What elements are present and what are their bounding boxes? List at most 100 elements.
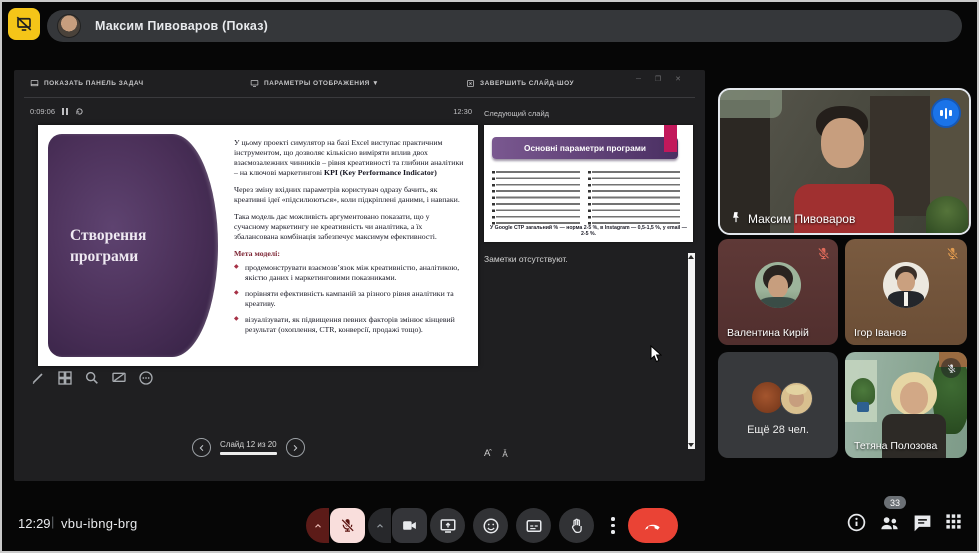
mouse-cursor: [650, 345, 662, 363]
meeting-time: 12:29: [18, 516, 51, 531]
present-icon: [439, 517, 457, 535]
participant-name: Тетяна Полозова: [854, 440, 937, 452]
plant: [851, 378, 875, 405]
next-slide-label: Следующий слайд: [484, 109, 549, 118]
annotation-toolbar: [30, 370, 154, 386]
participant-count-badge: 33: [884, 496, 906, 509]
current-slide: Створення програми У цьому проекті симул…: [38, 125, 478, 366]
camera-icon: [401, 517, 418, 534]
slide-goal-heading: Мета моделі:: [234, 249, 466, 259]
camera-options-button[interactable]: [368, 508, 391, 543]
activities-button[interactable]: [944, 512, 963, 531]
avatar: [780, 382, 813, 415]
mic-options-button[interactable]: [306, 508, 329, 543]
video-tile-maksym[interactable]: Максим Пивоваров: [718, 88, 971, 235]
participants-button[interactable]: [878, 512, 901, 535]
avatar: [883, 262, 929, 308]
accent-tab: [664, 125, 677, 152]
restart-timer-icon[interactable]: [75, 107, 84, 116]
presenting-indicator[interactable]: [8, 8, 40, 40]
bullet-markers: [492, 171, 495, 227]
speaker-notes: Заметки отсутствуют.: [484, 254, 568, 264]
info-icon: [846, 512, 867, 533]
more-controls-button[interactable]: [604, 508, 622, 543]
chat-button[interactable]: [912, 512, 933, 533]
slide-bullet-list: продемонструвати взаємозв’язок між креат…: [234, 263, 466, 335]
pen-icon[interactable]: [30, 370, 46, 386]
slide-paragraph: Через зміну вхідних параметрів користува…: [234, 185, 466, 205]
window-controls[interactable]: ─ ❐ ✕: [636, 75, 687, 83]
divider: [24, 97, 695, 98]
video-tile-tetiana[interactable]: Тетяна Полозова: [845, 352, 967, 458]
font-decrease-button[interactable]: А̌: [502, 450, 507, 459]
more-participants-tile[interactable]: Ещё 28 чел.: [718, 352, 838, 458]
plant-pot: [857, 402, 869, 412]
pin-icon: [729, 211, 743, 225]
more-options-icon[interactable]: [138, 370, 154, 386]
slide-bullet: візуалізувати, як підвищення певних факт…: [234, 315, 466, 335]
divider: |: [51, 514, 54, 529]
display-icon: [250, 79, 259, 88]
participant-name: Ігор Іванов: [854, 327, 907, 339]
mic-off-indicator: [941, 358, 961, 378]
mic-off-icon: [946, 363, 957, 374]
avatar: [57, 14, 81, 38]
pause-timer-icon[interactable]: [62, 108, 68, 115]
micro-text-column: [496, 171, 580, 227]
font-increase-button[interactable]: А̂: [484, 448, 490, 459]
zoom-slide-icon[interactable]: [84, 370, 100, 386]
menu-end-slideshow[interactable]: ЗАВЕРШИТЬ СЛАЙД-ШОУ: [466, 79, 574, 88]
slide-counter: Слайд 12 из 20: [220, 440, 277, 449]
next-slide-title-banner: Основні параметри програми: [492, 137, 678, 159]
chevron-up-icon: [313, 521, 323, 531]
slide-title-panel: Створення програми: [48, 134, 218, 357]
prev-icon: [198, 444, 206, 452]
previous-slide-button[interactable]: [192, 438, 211, 457]
slide-paragraph: Така модель дає можливість аргументовано…: [234, 212, 466, 242]
meet-window: Максим Пивоваров (Показ) ПОКАЗАТЬ ПАНЕЛЬ…: [0, 0, 979, 553]
captions-button[interactable]: [516, 508, 551, 543]
next-slide-button[interactable]: [286, 438, 305, 457]
next-slide-preview: Основні параметри програми У Google СТР …: [484, 125, 693, 242]
notes-scrollbar[interactable]: [688, 253, 695, 449]
person-face: [821, 118, 864, 168]
participant-name: Максим Пивоваров: [748, 212, 855, 226]
participant-name: Валентина Кирій: [727, 327, 809, 339]
next-slide-title: Основні параметри програми: [524, 143, 646, 153]
apps-grid-icon: [944, 512, 963, 531]
emoji-icon: [482, 517, 500, 535]
presentation-off-icon: [15, 15, 33, 33]
slide-bullet: порівняти ефективність кампаній за різно…: [234, 289, 466, 309]
avatar: [755, 262, 801, 308]
slide-navigation: Слайд 12 из 20: [192, 438, 305, 457]
leave-call-button[interactable]: [628, 508, 678, 543]
video-tile-ihor[interactable]: Ігор Іванов: [845, 239, 967, 345]
menu-display-settings[interactable]: ПАРАМЕТРЫ ОТОБРАЖЕНИЯ ▼: [250, 79, 379, 88]
reactions-button[interactable]: [473, 508, 508, 543]
meeting-code: vbu-ibng-brg: [61, 516, 138, 531]
mic-toggle-button[interactable]: [330, 508, 365, 543]
presenter-pill-label: Максим Пивоваров (Показ): [95, 19, 268, 33]
slide-title: Створення програми: [70, 226, 195, 268]
mic-off-icon: [816, 246, 831, 261]
menu-show-taskbar[interactable]: ПОКАЗАТЬ ПАНЕЛЬ ЗАДАЧ: [30, 79, 144, 88]
taskbar-icon: [30, 79, 39, 88]
raise-hand-button[interactable]: [559, 508, 594, 543]
black-screen-icon[interactable]: [111, 370, 127, 386]
camera-toggle-button[interactable]: [392, 508, 427, 543]
audio-activity-indicator: [931, 98, 961, 128]
video-tile-valentyna[interactable]: Валентина Кирій: [718, 239, 838, 345]
slide-body: У цьому проекті симулятор на базі Excel …: [234, 138, 466, 341]
people-icon: [878, 512, 901, 535]
mic-off-icon: [339, 517, 356, 534]
presenter-pill[interactable]: Максим Пивоваров (Показ): [47, 10, 962, 42]
captions-icon: [525, 517, 543, 535]
next-icon: [291, 444, 299, 452]
mic-off-icon: [945, 246, 960, 261]
window-light: [720, 90, 782, 118]
present-screen-button[interactable]: [430, 508, 465, 543]
presentation-timer: 0:09:06: [30, 107, 84, 116]
more-participants-count: Ещё 28 чел.: [718, 424, 838, 436]
see-all-slides-icon[interactable]: [57, 370, 73, 386]
meeting-details-button[interactable]: [846, 512, 867, 533]
